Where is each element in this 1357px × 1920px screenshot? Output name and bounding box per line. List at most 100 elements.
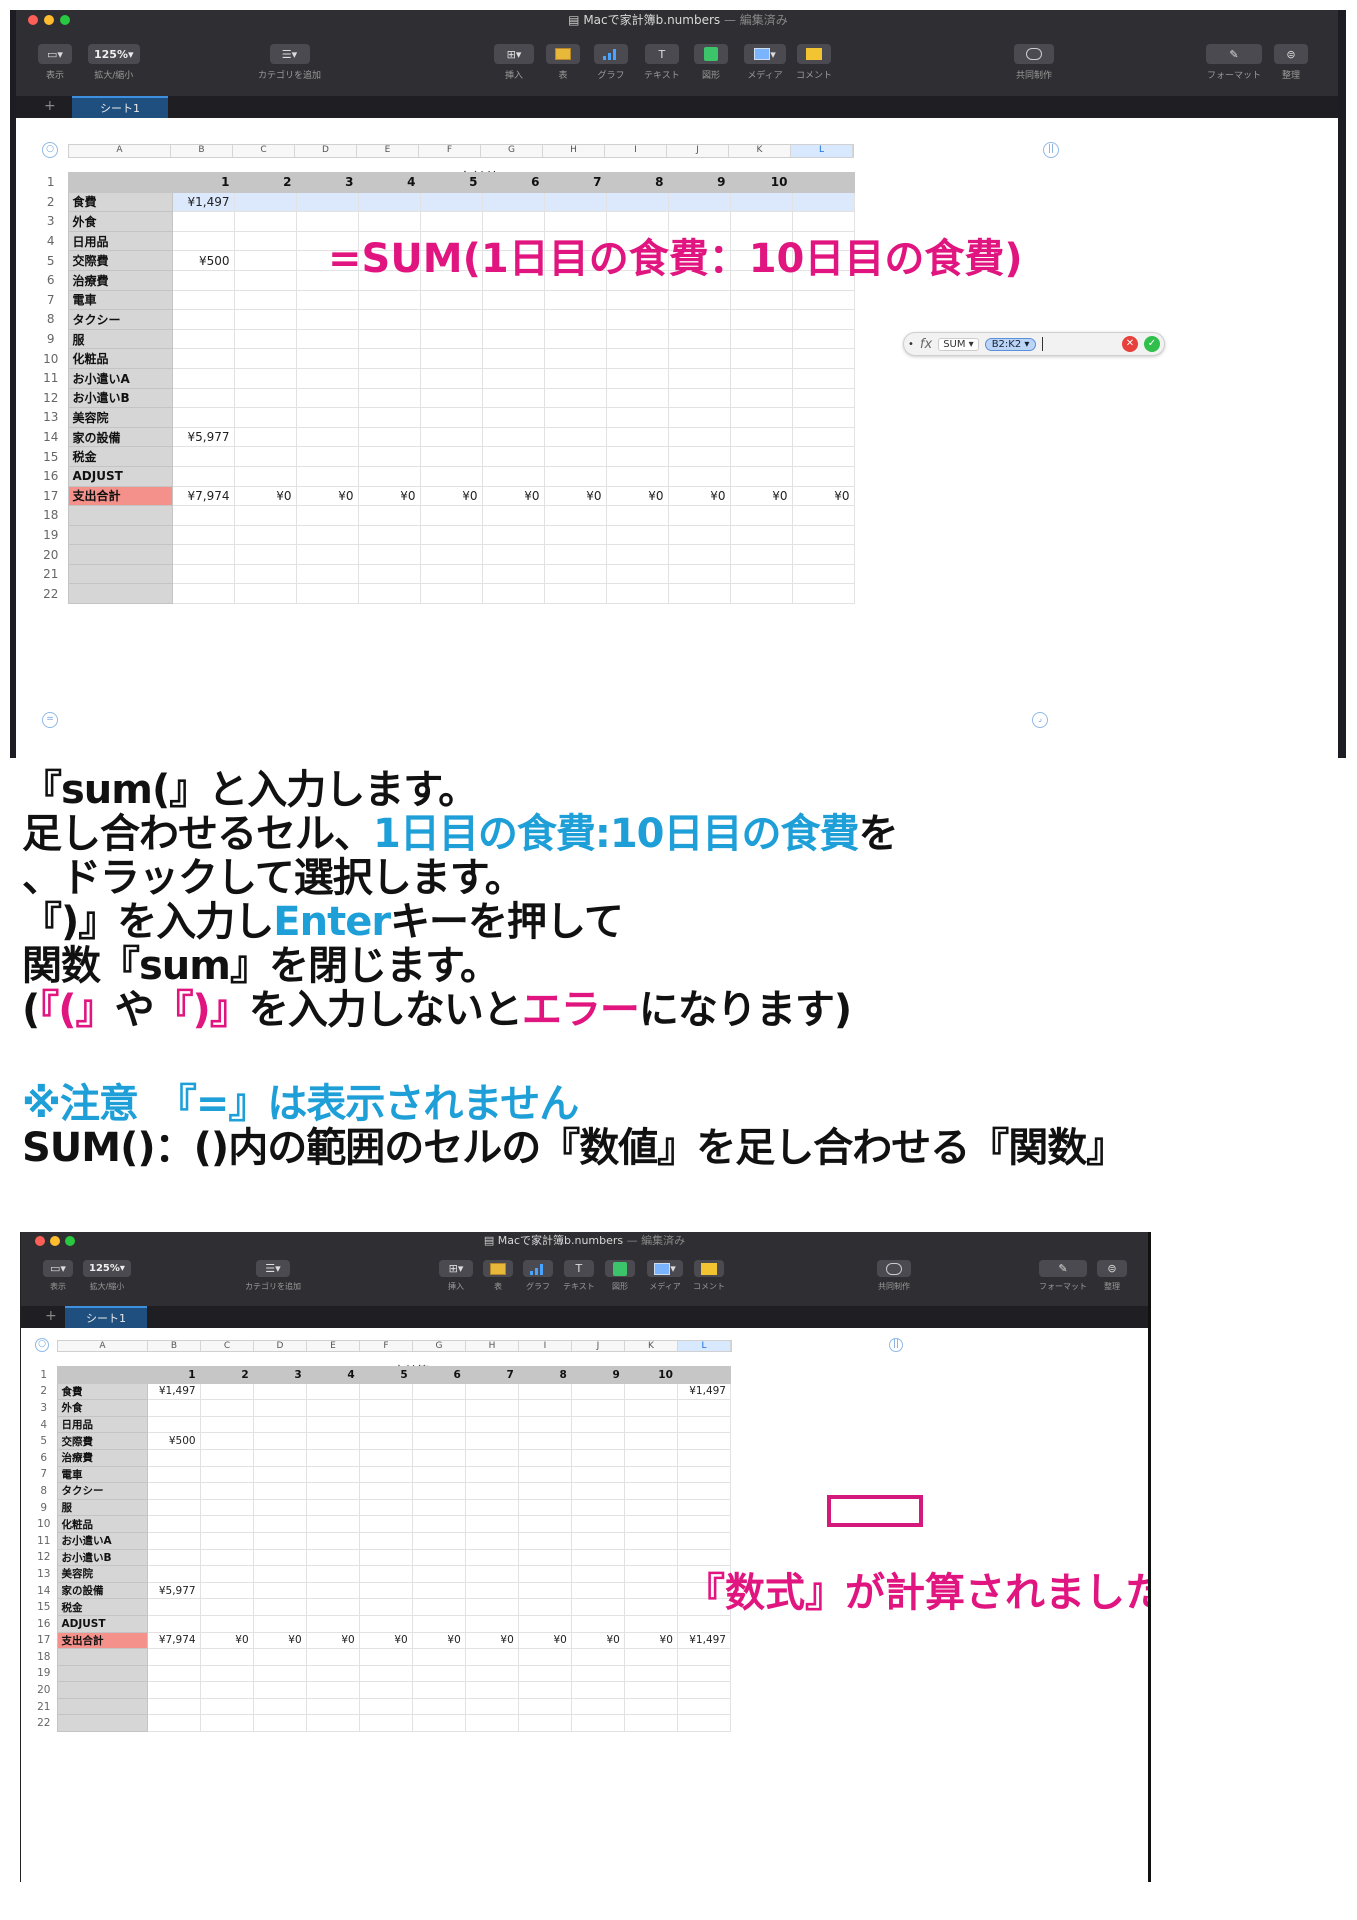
insert-button-2[interactable]: ⊞▾ 挿入: [439, 1250, 473, 1292]
value-cell[interactable]: [199, 1515, 254, 1533]
value-cell[interactable]: [676, 1515, 732, 1533]
value-cell[interactable]: [623, 1432, 678, 1450]
day-header[interactable]: 4: [305, 1366, 360, 1384]
category-cell[interactable]: ADJUST: [56, 1614, 148, 1633]
value-cell[interactable]: [295, 328, 359, 350]
row-number[interactable]: 18: [31, 1649, 57, 1666]
day-header[interactable]: 10: [623, 1366, 678, 1384]
value-cell[interactable]: ¥0: [481, 485, 545, 507]
value-cell[interactable]: [464, 1448, 519, 1467]
value-cell[interactable]: [419, 309, 483, 330]
value-cell[interactable]: [623, 1681, 678, 1699]
value-cell[interactable]: [357, 191, 421, 213]
column-ref-j[interactable]: J: [572, 1341, 625, 1351]
value-cell[interactable]: [358, 1598, 413, 1616]
value-cell[interactable]: [358, 1465, 413, 1484]
value-cell[interactable]: [358, 1548, 413, 1567]
value-cell[interactable]: [305, 1697, 360, 1716]
value-cell[interactable]: [667, 563, 731, 585]
value-cell[interactable]: [543, 289, 607, 311]
value-cell[interactable]: ¥500: [146, 1432, 201, 1450]
freeze-icon[interactable]: ||: [1043, 142, 1059, 158]
value-cell[interactable]: [233, 269, 297, 291]
value-cell[interactable]: [419, 465, 483, 487]
value-cell[interactable]: ¥0: [791, 485, 855, 507]
value-cell[interactable]: [570, 1515, 625, 1533]
value-cell[interactable]: [464, 1581, 519, 1600]
formula-editor[interactable]: • fx SUM ▾ B2:K2 ▾ ✕ ✓: [903, 332, 1165, 356]
day-header[interactable]: 10: [729, 172, 793, 193]
value-cell[interactable]: [570, 1531, 625, 1550]
value-cell[interactable]: [199, 1432, 254, 1450]
row-number[interactable]: 13: [31, 1566, 57, 1583]
value-cell[interactable]: [358, 1614, 413, 1633]
value-cell[interactable]: [464, 1648, 519, 1666]
category-cell[interactable]: [67, 544, 173, 565]
value-cell[interactable]: [667, 328, 731, 350]
category-cell[interactable]: 交際費: [67, 250, 173, 271]
chart-button-2[interactable]: グラフ: [523, 1250, 553, 1292]
value-cell[interactable]: [481, 544, 545, 565]
value-cell[interactable]: [199, 1565, 254, 1583]
value-cell[interactable]: [729, 191, 793, 213]
column-ref-d[interactable]: D: [254, 1341, 307, 1351]
value-cell[interactable]: [667, 407, 731, 428]
value-cell[interactable]: [295, 426, 359, 448]
value-cell[interactable]: [791, 387, 855, 409]
value-cell[interactable]: ¥0: [295, 485, 359, 507]
value-cell[interactable]: [305, 1531, 360, 1550]
value-cell[interactable]: [729, 524, 793, 546]
value-cell[interactable]: [464, 1465, 519, 1484]
value-cell[interactable]: [233, 328, 297, 350]
shape-button-2[interactable]: 図形: [605, 1250, 635, 1292]
value-cell[interactable]: [411, 1565, 466, 1583]
value-cell[interactable]: [295, 367, 359, 389]
value-cell[interactable]: [605, 387, 669, 409]
day-header[interactable]: 3: [252, 1366, 307, 1384]
category-cell[interactable]: [56, 1697, 148, 1716]
category-cell[interactable]: [56, 1648, 148, 1666]
value-cell[interactable]: [295, 446, 359, 467]
value-cell[interactable]: [252, 1382, 307, 1401]
value-cell[interactable]: [676, 1664, 732, 1683]
value-cell[interactable]: [481, 348, 545, 369]
value-cell[interactable]: [605, 328, 669, 350]
value-cell[interactable]: [358, 1382, 413, 1401]
value-cell[interactable]: [464, 1697, 519, 1716]
value-cell[interactable]: [233, 524, 297, 546]
value-cell[interactable]: [481, 367, 545, 389]
value-cell[interactable]: [358, 1531, 413, 1550]
value-cell[interactable]: [464, 1399, 519, 1417]
category-cell[interactable]: ADJUST: [67, 465, 173, 487]
value-cell[interactable]: [171, 524, 235, 546]
value-cell[interactable]: [605, 524, 669, 546]
value-cell[interactable]: [171, 465, 235, 487]
select-all-icon-2[interactable]: ○: [35, 1338, 49, 1352]
value-cell[interactable]: [419, 446, 483, 467]
value-cell[interactable]: [252, 1565, 307, 1583]
value-cell[interactable]: [791, 191, 855, 213]
value-cell[interactable]: [295, 524, 359, 546]
function-token[interactable]: SUM ▾: [938, 337, 979, 351]
value-cell[interactable]: [358, 1648, 413, 1666]
value-cell[interactable]: [199, 1448, 254, 1467]
value-cell[interactable]: [199, 1498, 254, 1517]
value-cell[interactable]: [146, 1681, 201, 1699]
value-cell[interactable]: ¥0: [729, 485, 793, 507]
value-cell[interactable]: [252, 1581, 307, 1600]
value-cell[interactable]: [517, 1598, 572, 1616]
value-cell[interactable]: [464, 1432, 519, 1450]
value-cell[interactable]: [464, 1614, 519, 1633]
category-cell[interactable]: お小遣いA: [56, 1531, 148, 1550]
value-cell[interactable]: [570, 1498, 625, 1517]
value-cell[interactable]: [791, 544, 855, 565]
row-number[interactable]: 2: [34, 192, 68, 212]
value-cell[interactable]: [171, 367, 235, 389]
value-cell[interactable]: [676, 1531, 732, 1550]
value-cell[interactable]: [517, 1548, 572, 1567]
row-number[interactable]: 8: [31, 1483, 57, 1500]
row-number[interactable]: 15: [34, 447, 68, 467]
value-cell[interactable]: [543, 407, 607, 428]
value-cell[interactable]: [605, 446, 669, 467]
value-cell[interactable]: [605, 191, 669, 213]
